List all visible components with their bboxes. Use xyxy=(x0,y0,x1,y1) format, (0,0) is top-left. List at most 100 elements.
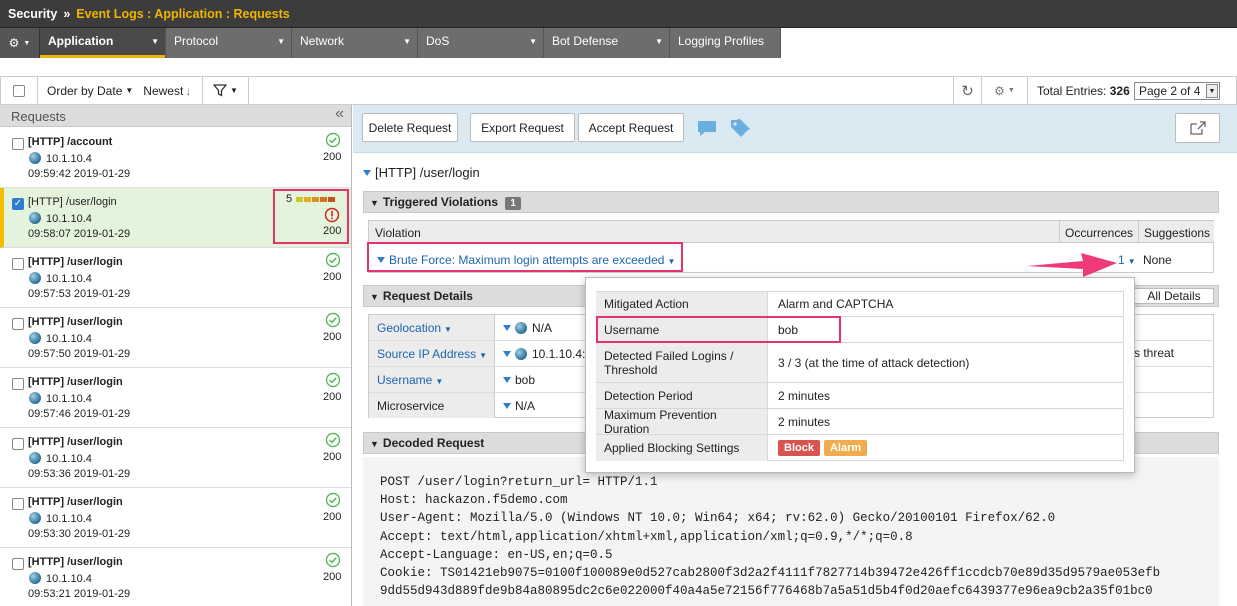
request-row[interactable]: [HTTP] /account 10.1.10.4 09:59:42 2019-… xyxy=(0,128,351,188)
section-title: Decoded Request xyxy=(382,436,485,450)
page-select-value: Page 2 of 4 xyxy=(1139,84,1201,98)
globe-icon xyxy=(515,348,527,360)
tab-protocol[interactable]: Protocol ▼ xyxy=(166,28,292,58)
check-circle-icon xyxy=(325,372,341,388)
request-ip: 10.1.10.4 xyxy=(46,153,92,165)
tab-label: DoS xyxy=(426,34,450,48)
row-checkbox[interactable] xyxy=(12,138,24,150)
microservice-value: N/A xyxy=(503,399,535,413)
tab-logging-profiles[interactable]: Logging Profiles xyxy=(670,28,781,58)
comment-icon[interactable] xyxy=(696,119,718,139)
filter-icon[interactable] xyxy=(503,377,511,383)
request-path: [HTTP] /user/login xyxy=(28,496,123,508)
popover-row: Detected Failed Logins / Threshold 3 / 3 … xyxy=(596,343,1124,383)
request-row[interactable]: [HTTP] /user/login 10.1.10.4 09:57:53 20… xyxy=(0,248,351,308)
newest-label[interactable]: Newest xyxy=(143,84,183,98)
tab-dos[interactable]: DoS ▼ xyxy=(418,28,544,58)
request-row[interactable]: [HTTP] /user/login 10.1.10.4 09:53:30 20… xyxy=(0,488,351,548)
nav-gear-menu[interactable]: ⚙ ▼ xyxy=(0,28,40,58)
col-suggestions: Suggestions xyxy=(1138,221,1210,243)
source-ip-label[interactable]: Source IP Address ▼ xyxy=(377,347,487,361)
filter-icon[interactable] xyxy=(503,325,511,331)
globe-icon xyxy=(29,272,41,284)
collapse-panel-icon[interactable]: « xyxy=(335,105,344,123)
request-ip: 10.1.10.4 xyxy=(46,213,92,225)
row-checkbox[interactable] xyxy=(12,318,24,330)
chevron-down-icon: ▼ xyxy=(370,292,379,302)
filter-icon[interactable] xyxy=(503,403,511,409)
request-time: 09:53:36 2019-01-29 xyxy=(28,468,131,480)
settings-dropdown[interactable]: ⚙ ▼ xyxy=(982,77,1028,104)
tab-label: Protocol xyxy=(174,34,219,48)
request-row[interactable]: [HTTP] /user/login 10.1.10.4 09:57:50 20… xyxy=(0,308,351,368)
caret-down-icon: ▼ xyxy=(151,37,159,46)
request-path: [HTTP] /user/login xyxy=(28,316,123,328)
all-details-button[interactable]: All Details xyxy=(1134,288,1214,304)
page-select[interactable]: Page 2 of 4 ▼ xyxy=(1134,82,1220,100)
check-circle-icon xyxy=(325,312,341,328)
row-checkbox[interactable] xyxy=(12,558,24,570)
tab-label: Application xyxy=(48,34,114,48)
pointer-arrow-icon xyxy=(1027,253,1117,277)
violation-details-popover: Mitigated Action Alarm and CAPTCHA Userna… xyxy=(585,277,1135,473)
accept-request-button[interactable]: Accept Request xyxy=(578,113,684,142)
request-time: 09:59:42 2019-01-29 xyxy=(28,168,131,180)
filter-icon[interactable] xyxy=(363,170,371,176)
triggered-violations-header[interactable]: ▼ Triggered Violations 1 xyxy=(363,191,1219,213)
tags-icon[interactable] xyxy=(729,117,757,139)
row-checkbox[interactable] xyxy=(12,378,24,390)
response-status: 200 xyxy=(323,451,342,463)
list-toolbar: Order by Date ▼ Newest ↓ ▼ ↻ ⚙ ▼ Total Entr… xyxy=(0,76,1237,105)
username-value: bob xyxy=(503,373,535,387)
request-row[interactable]: [HTTP] /user/login 10.1.10.4 09:53:36 20… xyxy=(0,428,351,488)
violations-count-badge: 1 xyxy=(505,197,521,210)
export-request-button[interactable]: Export Request xyxy=(470,113,575,142)
request-path: [HTTP] /user/login xyxy=(28,196,117,208)
gear-icon: ⚙ xyxy=(8,36,20,50)
delete-request-button[interactable]: Delete Request xyxy=(362,113,458,142)
username-label[interactable]: Username ▼ xyxy=(377,373,443,387)
open-external-button[interactable] xyxy=(1175,113,1220,143)
tab-application[interactable]: Application ▼ xyxy=(40,28,166,58)
violations-table-header: Violation Occurrences Suggestions xyxy=(369,221,1214,243)
tab-label: Network xyxy=(300,34,345,48)
filter-icon[interactable] xyxy=(503,351,511,357)
row-checkbox[interactable]: ✓ xyxy=(12,198,24,210)
tab-bot-defense[interactable]: Bot Defense ▼ xyxy=(544,28,670,58)
geolocation-label[interactable]: Geolocation ▼ xyxy=(377,321,452,335)
check-circle-icon xyxy=(325,492,341,508)
decoded-line: User-Agent: Mozilla/5.0 (Windows NT 10.0… xyxy=(380,511,1056,526)
label-text: Username xyxy=(377,373,433,387)
caret-down-icon: ▼ xyxy=(277,37,285,46)
request-row[interactable]: [HTTP] /user/login 10.1.10.4 09:57:46 20… xyxy=(0,368,351,428)
globe-icon xyxy=(29,512,41,524)
globe-icon xyxy=(29,332,41,344)
request-row[interactable]: [HTTP] /user/login 10.1.10.4 09:53:21 20… xyxy=(0,548,351,606)
decoded-line: Accept: text/html,application/xhtml+xml,… xyxy=(380,529,913,544)
breadcrumb-section[interactable]: Security xyxy=(8,7,57,21)
breadcrumb-path[interactable]: Event Logs : Application : Requests xyxy=(76,7,289,21)
request-path: [HTTP] /user/login xyxy=(28,376,123,388)
row-checkbox[interactable] xyxy=(12,258,24,270)
order-label: Order by Date xyxy=(47,83,123,98)
row-checkbox[interactable] xyxy=(12,498,24,510)
occurrences-dropdown[interactable]: 1 ▼ xyxy=(1118,253,1136,267)
filter-button[interactable]: ▼ xyxy=(203,77,249,104)
tab-network[interactable]: Network ▼ xyxy=(292,28,418,58)
response-status: 200 xyxy=(323,511,342,523)
response-status: 200 xyxy=(323,391,342,403)
row-checkbox[interactable] xyxy=(12,438,24,450)
value-text: N/A xyxy=(515,399,536,413)
tab-label: Logging Profiles xyxy=(678,34,765,48)
decoded-line: Cookie: TS01421eb9075=0100f100089e0d527c… xyxy=(380,566,1161,581)
refresh-button[interactable]: ↻ xyxy=(953,77,982,104)
popover-key: Applied Blocking Settings xyxy=(596,435,768,461)
select-all-checkbox[interactable] xyxy=(1,77,38,104)
action-bar: Delete Request Export Request Accept Req… xyxy=(353,105,1237,153)
details-fragment-text: s threat xyxy=(1134,346,1175,360)
order-by-dropdown[interactable]: Order by Date ▼ Newest ↓ xyxy=(38,77,203,104)
caret-down-icon: ▼ xyxy=(444,325,452,334)
requests-header: Requests « xyxy=(0,105,351,127)
caret-down-icon: ▼ xyxy=(23,39,31,47)
detail-title-text: [HTTP] /user/login xyxy=(375,165,480,180)
